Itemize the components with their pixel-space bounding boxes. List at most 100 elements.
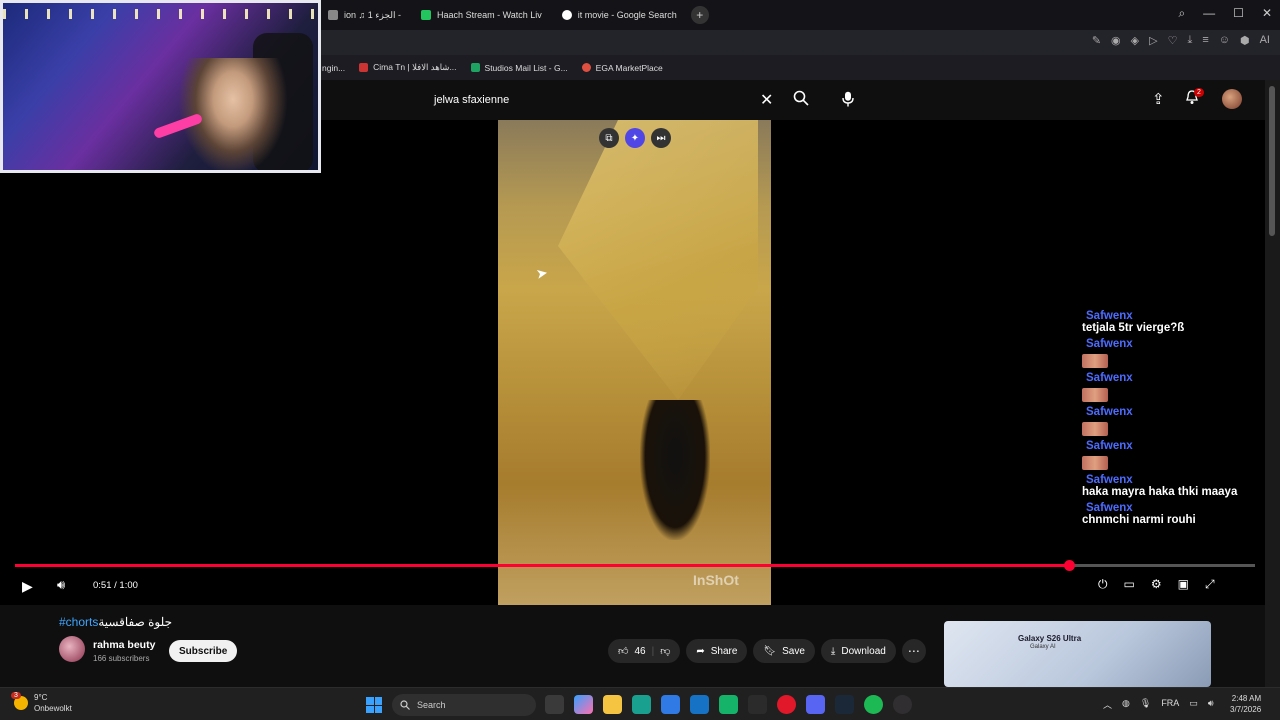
search-icon[interactable] bbox=[793, 90, 809, 109]
channel-name[interactable]: rahma beuty bbox=[93, 639, 155, 651]
opera-icon[interactable] bbox=[777, 695, 796, 714]
taskbar-apps bbox=[545, 695, 912, 714]
bookmark-4[interactable]: EGA MarketPlace bbox=[581, 62, 663, 73]
channel-avatar[interactable] bbox=[59, 636, 85, 662]
video-info: #chortsجلوة صفاقسية rahma beuty 166 subs… bbox=[0, 605, 1265, 687]
search-tabs-icon[interactable]: ⌕ bbox=[1178, 6, 1185, 21]
camera-icon[interactable]: ◉ bbox=[1111, 34, 1121, 47]
captions-icon[interactable]: ▭ bbox=[1124, 577, 1135, 592]
obs-icon[interactable] bbox=[893, 695, 912, 714]
progress-fill bbox=[15, 564, 1069, 567]
scrollbar-thumb[interactable] bbox=[1269, 86, 1275, 236]
menu-icon[interactable]: ≡ bbox=[1202, 34, 1208, 47]
window-controls: ⌕ — ☐ ✕ bbox=[1178, 6, 1272, 21]
minimize-icon[interactable]: — bbox=[1203, 6, 1215, 21]
close-icon[interactable]: ✕ bbox=[1262, 6, 1272, 21]
title-text: جلوة صفاقسية bbox=[98, 615, 172, 629]
chat-username: Safwenx bbox=[1086, 310, 1133, 322]
tab-2[interactable]: Haach Stream - Watch Liv bbox=[411, 0, 552, 30]
thumbs-down-icon[interactable]: 👎︎ bbox=[660, 645, 670, 657]
copilot-icon[interactable] bbox=[574, 695, 593, 714]
profile-icon[interactable]: ☺ bbox=[1219, 34, 1230, 47]
task-view-icon[interactable] bbox=[545, 695, 564, 714]
avatar[interactable] bbox=[1222, 89, 1242, 109]
file-explorer-icon[interactable] bbox=[603, 695, 622, 714]
windows-start-icon[interactable] bbox=[366, 697, 382, 713]
save-button[interactable]: 🔖︎ Save bbox=[753, 639, 815, 663]
autoplay-toggle-icon[interactable]: ⏻ bbox=[1098, 577, 1108, 592]
terminal-icon[interactable] bbox=[748, 695, 767, 714]
ai-button[interactable]: AI bbox=[1260, 34, 1270, 47]
store-icon[interactable] bbox=[661, 695, 680, 714]
clock[interactable]: 2:48 AM 3/7/2026 bbox=[1230, 693, 1261, 715]
heart-icon[interactable]: ♡ bbox=[1168, 34, 1178, 47]
bookmark-1[interactable]: ngin... bbox=[322, 63, 345, 73]
skip-icon[interactable]: ⏭ bbox=[651, 128, 671, 148]
edit-icon[interactable]: ✎ bbox=[1092, 34, 1101, 47]
player-right-controls: ⏻ ▭ ⚙ ▣ ⤢ bbox=[1098, 577, 1215, 592]
more-actions-icon[interactable]: ⋯ bbox=[901, 639, 926, 663]
theater-icon[interactable]: ▣ bbox=[1178, 577, 1189, 592]
display-icon[interactable]: ▭ bbox=[1189, 698, 1198, 711]
tab-3[interactable]: it movie - Google Search bbox=[552, 0, 687, 30]
taskbar-search[interactable]: Search bbox=[392, 694, 536, 716]
settings-icon[interactable]: ⚙ bbox=[1151, 577, 1162, 592]
play-icon[interactable]: ▶ bbox=[22, 578, 33, 595]
download-button[interactable]: ⤓ Download bbox=[820, 639, 896, 663]
video-title: #chortsجلوة صفاقسية bbox=[59, 615, 172, 629]
play-icon[interactable]: ▷ bbox=[1149, 34, 1157, 47]
volume-tray-icon[interactable]: 🔊︎ bbox=[1208, 698, 1214, 711]
share-button[interactable]: ➦ Share bbox=[686, 639, 748, 663]
pip-icon[interactable]: ⧉ bbox=[599, 128, 619, 148]
video-frame[interactable]: ⧉ ✦ ⏭ InShOt bbox=[498, 120, 771, 605]
chat-message: Safwenx tetjala 5tr vierge?ß bbox=[1080, 310, 1255, 334]
clear-search-icon[interactable]: ✕ bbox=[760, 90, 773, 110]
edge-icon[interactable] bbox=[632, 695, 651, 714]
shield-icon[interactable]: ◈ bbox=[1131, 34, 1139, 47]
like-button[interactable]: 👍︎ 46 | 👎︎ bbox=[608, 639, 681, 663]
page-scrollbar[interactable] bbox=[1265, 80, 1280, 687]
system-tray: ︿ ◍ 🎙︎ FRA ▭ 🔊︎ bbox=[1103, 698, 1214, 711]
progress-bar[interactable] bbox=[15, 560, 1255, 571]
bookmark-label: EGA MarketPlace bbox=[595, 62, 663, 73]
app-green-icon[interactable] bbox=[719, 695, 738, 714]
outlook-icon[interactable] bbox=[690, 695, 709, 714]
fullscreen-icon[interactable]: ⤢ bbox=[1205, 577, 1215, 592]
hashtag-link[interactable]: #chorts bbox=[59, 615, 98, 629]
download-icon[interactable]: ⤓ bbox=[1187, 34, 1192, 47]
notification-badge: 2 bbox=[1194, 88, 1204, 97]
upload-icon[interactable]: ⇪ bbox=[1152, 90, 1165, 108]
download-icon: ⤓ bbox=[830, 645, 836, 657]
steam-icon[interactable] bbox=[835, 695, 854, 714]
microphone-icon[interactable] bbox=[839, 88, 857, 110]
ai-sparkle-icon[interactable]: ✦ bbox=[625, 128, 645, 148]
search-query: jelwa sfaxienne bbox=[434, 94, 510, 106]
new-tab-button[interactable]: + bbox=[690, 6, 709, 24]
extension-icon[interactable]: ⬢ bbox=[1240, 34, 1250, 47]
weather-widget[interactable]: 3 9°C Onbewolkt bbox=[11, 692, 72, 714]
browser-toolbar: ✎ ◉ ◈ ▷ ♡ ⤓ ≡ ☺ ⬢ AI bbox=[1092, 34, 1270, 47]
maximize-icon[interactable]: ☐ bbox=[1233, 6, 1244, 21]
mic-tray-icon[interactable]: 🎙︎ bbox=[1140, 698, 1151, 711]
tab-1[interactable]: ion ♫ الجزء 1 - bbox=[318, 0, 411, 30]
bookmark-label: Cima Tn | شاهد الافلا... bbox=[373, 62, 457, 72]
discord-icon[interactable] bbox=[806, 695, 825, 714]
network-icon[interactable]: ◍ bbox=[1122, 698, 1130, 711]
tab-label: Haach Stream - Watch Liv bbox=[437, 10, 542, 20]
chevron-up-icon[interactable]: ︿ bbox=[1103, 698, 1112, 711]
language-indicator[interactable]: FRA bbox=[1161, 698, 1179, 711]
bookmark-label: Studios Mail List - G... bbox=[484, 62, 568, 73]
ad-banner[interactable]: Galaxy S26 Ultra Galaxy AI bbox=[944, 621, 1211, 687]
subscribe-button[interactable]: Subscribe bbox=[169, 640, 238, 662]
search-icon bbox=[400, 700, 410, 710]
progress-scrubber[interactable] bbox=[1064, 560, 1075, 571]
volume-icon[interactable]: 🔊︎ bbox=[57, 577, 65, 593]
video-player[interactable]: ⧉ ✦ ⏭ InShOt ➤ ▶ 🔊︎ 0:51 / 1:00 ⏻ ▭ ⚙ ▣ … bbox=[0, 120, 1265, 605]
video-watermark: InShOt bbox=[693, 572, 739, 588]
streamer-webcam bbox=[0, 0, 321, 173]
bookmark-3[interactable]: Studios Mail List - G... bbox=[470, 62, 568, 73]
spotify-icon[interactable] bbox=[864, 695, 883, 714]
search-input[interactable]: jelwa sfaxienne bbox=[425, 87, 785, 113]
bookmark-favicon bbox=[359, 63, 369, 72]
bookmark-2[interactable]: Cima Tn | شاهد الافلا... bbox=[359, 62, 457, 73]
